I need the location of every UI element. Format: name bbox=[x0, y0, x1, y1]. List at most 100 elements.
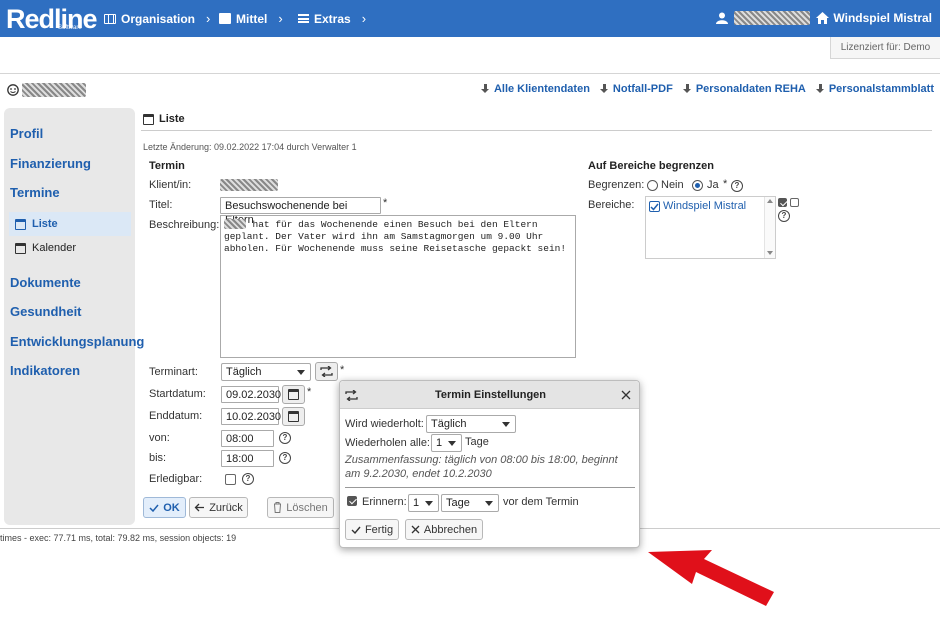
help-icon[interactable]: ? bbox=[279, 432, 291, 444]
erledigbar-checkbox[interactable] bbox=[225, 474, 236, 485]
dialog-header[interactable]: Termin Einstellungen bbox=[340, 381, 639, 409]
home-link[interactable]: Windspiel Mistral bbox=[816, 11, 932, 25]
download-label: Personalstammblatt bbox=[828, 83, 934, 95]
page-title: Liste bbox=[143, 113, 185, 125]
calendar-icon bbox=[15, 242, 26, 254]
label-von: von: bbox=[149, 432, 170, 444]
label-erledigbar: Erledigbar: bbox=[149, 473, 203, 485]
label-enddatum: Enddatum: bbox=[149, 410, 203, 422]
sidebar-item-termine[interactable]: Termine bbox=[10, 185, 60, 200]
home-icon bbox=[816, 12, 830, 24]
bis-input[interactable]: 18:00 bbox=[221, 450, 274, 467]
startdatum-input[interactable]: 09.02.2030 bbox=[221, 386, 281, 403]
von-input[interactable]: 08:00 bbox=[221, 430, 274, 447]
zurueck-button[interactable]: Zurück bbox=[189, 497, 248, 518]
calendar-icon bbox=[288, 411, 299, 422]
erinnern-einheit-select[interactable]: Tage bbox=[441, 494, 499, 512]
help-icon[interactable]: ? bbox=[778, 210, 790, 222]
nav-organisation[interactable]: Organisation › bbox=[104, 11, 210, 26]
sidebar-item-indikatoren[interactable]: Indikatoren bbox=[10, 363, 80, 378]
beschreibung-textarea[interactable]: hat für das Wochenende einen Besuch bei … bbox=[220, 215, 576, 358]
download-icon bbox=[480, 83, 490, 95]
loeschen-button[interactable]: Löschen bbox=[267, 497, 334, 518]
startdatum-picker-button[interactable] bbox=[282, 385, 305, 404]
nav-mittel-label: Mittel bbox=[236, 11, 268, 26]
nav-organisation-label: Organisation bbox=[121, 11, 196, 26]
client-header-row: Alle Klientendaten Notfall-PDF Personald… bbox=[0, 73, 940, 103]
help-icon[interactable]: ? bbox=[279, 452, 291, 464]
nav-mittel[interactable]: Mittel › bbox=[219, 11, 283, 26]
help-icon[interactable]: ? bbox=[731, 180, 743, 192]
download-label: Notfall-PDF bbox=[612, 83, 673, 95]
name-redacted-in-text bbox=[224, 219, 246, 229]
download-personalstammblatt[interactable]: Personalstammblatt bbox=[815, 83, 934, 95]
fertig-button[interactable]: Fertig bbox=[345, 519, 399, 540]
logo-subtitle: Software bbox=[58, 25, 82, 31]
calendar-icon bbox=[15, 218, 26, 230]
close-icon bbox=[411, 525, 420, 534]
close-icon[interactable] bbox=[621, 390, 631, 400]
sidebar-item-profil[interactable]: Profil bbox=[10, 126, 43, 141]
wiederholen-alle-select[interactable]: 1 bbox=[431, 434, 462, 452]
erinnern-checkbox[interactable] bbox=[347, 496, 357, 506]
abbrechen-button[interactable]: Abbrechen bbox=[405, 519, 483, 540]
select-none-checkbox[interactable] bbox=[790, 198, 799, 207]
scroll-up-icon[interactable] bbox=[767, 199, 773, 203]
trash-icon bbox=[274, 502, 282, 513]
calendar-icon bbox=[288, 389, 299, 400]
nav-extras[interactable]: Extras › bbox=[298, 11, 366, 26]
check-icon bbox=[351, 526, 361, 534]
sidebar-item-dokumente[interactable]: Dokumente bbox=[10, 275, 81, 290]
sidebar-item-gesundheit[interactable]: Gesundheit bbox=[10, 304, 82, 319]
erinnern-suffix: vor dem Termin bbox=[503, 496, 579, 508]
label-erinnern: Erinnern: bbox=[362, 496, 407, 508]
label-klient: Klient/in: bbox=[149, 179, 192, 191]
ok-button[interactable]: OK bbox=[143, 497, 186, 518]
user-area: Windspiel Mistral bbox=[716, 11, 932, 25]
nav-extras-label: Extras bbox=[314, 11, 351, 26]
abbrechen-button-label: Abbrechen bbox=[423, 523, 478, 536]
select-all-checkbox[interactable] bbox=[778, 198, 787, 207]
redline-logo[interactable]: Redline bbox=[6, 4, 98, 35]
section-termin-heading: Termin bbox=[149, 160, 185, 172]
help-icon[interactable]: ? bbox=[242, 473, 254, 485]
user-name-redacted[interactable] bbox=[734, 11, 811, 25]
repeat-icon bbox=[320, 366, 333, 377]
bereich-checkbox[interactable] bbox=[649, 200, 660, 212]
required-marker: * bbox=[307, 386, 312, 398]
wiederholung-select[interactable]: Täglich bbox=[426, 415, 516, 433]
loeschen-button-label: Löschen bbox=[286, 501, 328, 514]
repeat-settings-button[interactable] bbox=[315, 362, 338, 381]
fertig-button-label: Fertig bbox=[364, 523, 394, 536]
client-identity bbox=[7, 83, 86, 97]
titel-input[interactable]: Besuchswochenende bei Eltern bbox=[220, 197, 381, 226]
label-titel: Titel: bbox=[149, 199, 173, 211]
user-icon[interactable] bbox=[716, 12, 729, 24]
download-personaldaten-reha[interactable]: Personaldaten REHA bbox=[682, 83, 806, 95]
label-beschreibung: Beschreibung: bbox=[149, 219, 220, 231]
radio-ja[interactable] bbox=[692, 180, 703, 191]
page-title-label: Liste bbox=[159, 113, 185, 125]
bereiche-list-item[interactable]: Windspiel Mistral bbox=[649, 200, 746, 212]
required-marker: * bbox=[383, 197, 388, 209]
enddatum-input[interactable]: 10.02.2030 bbox=[221, 408, 281, 425]
scroll-down-icon[interactable] bbox=[767, 251, 773, 255]
license-info: Lizenziert für: Demo bbox=[830, 37, 940, 59]
bereiche-listbox[interactable]: Windspiel Mistral bbox=[645, 196, 776, 259]
sidebar-item-kalender[interactable]: Kalender bbox=[9, 236, 131, 260]
check-icon bbox=[149, 504, 159, 512]
sidebar-item-finanzierung[interactable]: Finanzierung bbox=[10, 156, 91, 171]
download-notfall-pdf[interactable]: Notfall-PDF bbox=[599, 83, 673, 95]
download-label: Personaldaten REHA bbox=[695, 83, 806, 95]
radio-nein[interactable] bbox=[647, 180, 658, 191]
enddatum-picker-button[interactable] bbox=[282, 407, 305, 426]
sidebar-item-entwicklungsplanung[interactable]: Entwicklungsplanung bbox=[10, 334, 144, 349]
sidebar: Profil Finanzierung Termine Liste Kalend… bbox=[4, 108, 144, 525]
chevron-right-icon: › bbox=[361, 11, 367, 26]
erinnern-anzahl-select[interactable]: 1 bbox=[408, 494, 439, 512]
dialog-divider bbox=[345, 487, 635, 488]
listbox-scrollbar[interactable] bbox=[764, 197, 775, 258]
download-alle-klientendaten[interactable]: Alle Klientendaten bbox=[480, 83, 590, 95]
terminart-select[interactable]: Täglich bbox=[221, 363, 311, 381]
sidebar-item-liste[interactable]: Liste bbox=[9, 212, 131, 236]
